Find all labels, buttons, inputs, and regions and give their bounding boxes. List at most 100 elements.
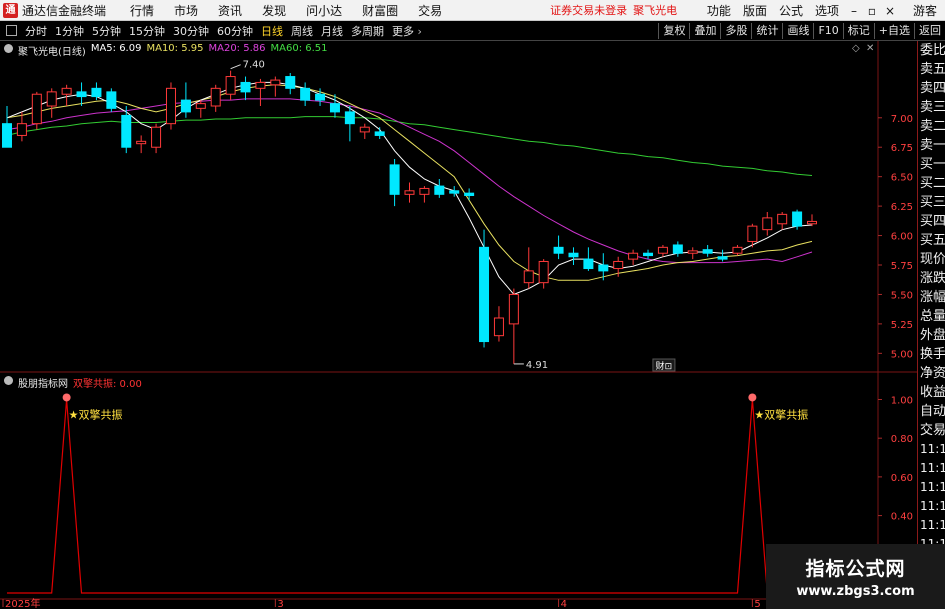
period-intraday[interactable]: 分时 bbox=[25, 23, 47, 39]
side-panel-item[interactable]: 买三 bbox=[918, 193, 945, 212]
adjust-button[interactable]: 复权 bbox=[658, 23, 689, 39]
side-panel-item[interactable]: 自动 bbox=[918, 402, 945, 421]
candle-body bbox=[583, 258, 594, 270]
candle-body bbox=[523, 270, 534, 284]
period-5min[interactable]: 5分钟 bbox=[92, 23, 121, 39]
side-panel-item[interactable]: 卖三 bbox=[918, 98, 945, 117]
side-panel-item[interactable]: 外盘 bbox=[918, 326, 945, 345]
menu-quotes[interactable]: 行情 bbox=[130, 2, 154, 19]
menu-wealth-circle[interactable]: 财富圈 bbox=[362, 2, 398, 19]
signal-line bbox=[7, 399, 812, 594]
candle-body bbox=[538, 260, 549, 284]
chart-settings-icon: ◇ bbox=[852, 43, 860, 54]
side-panel-item[interactable]: 卖五 bbox=[918, 60, 945, 79]
period-daily[interactable]: 日线 bbox=[261, 23, 283, 39]
candle-body bbox=[687, 250, 698, 254]
candle-body bbox=[225, 76, 236, 95]
menu-formula[interactable]: 公式 bbox=[779, 2, 803, 19]
menu-trade[interactable]: 交易 bbox=[418, 2, 442, 19]
candle bbox=[91, 82, 102, 101]
minimize-icon[interactable]: – bbox=[847, 4, 861, 18]
candle bbox=[180, 82, 191, 118]
menu-options[interactable]: 选项 bbox=[815, 2, 839, 19]
period-15min[interactable]: 15分钟 bbox=[129, 23, 165, 39]
indicator-tick-label: 1.00 bbox=[891, 395, 913, 406]
chart-close-icon: ✕ bbox=[866, 43, 874, 54]
period-1min[interactable]: 1分钟 bbox=[55, 23, 84, 39]
period-multi[interactable]: 多周期 bbox=[351, 23, 384, 39]
candle bbox=[61, 84, 72, 106]
chart-grid: 2025年 3 4 5 bbox=[0, 41, 917, 609]
period-weekly[interactable]: 周线 bbox=[291, 23, 313, 39]
candle-body bbox=[672, 244, 683, 254]
restore-icon[interactable]: ▫ bbox=[865, 4, 879, 18]
side-panel-item[interactable]: 买一 bbox=[918, 155, 945, 174]
high-marker-line bbox=[230, 64, 241, 70]
candle-body bbox=[419, 187, 430, 195]
candle bbox=[225, 70, 236, 101]
side-panel-item[interactable]: 买五 bbox=[918, 231, 945, 250]
period-more[interactable]: 更多 › bbox=[392, 23, 422, 39]
candle bbox=[121, 106, 132, 154]
side-panel-item[interactable]: 现价 bbox=[918, 250, 945, 269]
side-panel-item[interactable]: 卖二 bbox=[918, 117, 945, 136]
candle-body bbox=[344, 111, 355, 125]
sidebar-toggle-icon[interactable] bbox=[6, 25, 17, 36]
period-monthly[interactable]: 月线 bbox=[321, 23, 343, 39]
side-panel-item[interactable]: 交易 bbox=[918, 421, 945, 440]
indicator-toggle-icon[interactable] bbox=[4, 376, 13, 385]
stock-title: 聚飞光电 bbox=[633, 4, 678, 17]
side-panel-item[interactable]: 买四 bbox=[918, 212, 945, 231]
price-axis: 7.00 6.75 6.50 6.25 6.00 5.75 5.50 5.25 5.00 bbox=[878, 114, 913, 360]
menu-assistant[interactable]: 问小达 bbox=[306, 2, 342, 19]
kline-chart[interactable]: 2025年 3 4 5 7.00 6.75 6.50 6.25 6.00 5.75 5.50 5.2… bbox=[0, 41, 917, 609]
side-panel-item[interactable]: 总量 bbox=[918, 307, 945, 326]
price-tick-label: 5.00 bbox=[891, 349, 913, 360]
back-button[interactable]: 返回 bbox=[914, 23, 945, 39]
statistics-button[interactable]: 统计 bbox=[751, 23, 782, 39]
add-watchlist-button[interactable]: +自选 bbox=[873, 23, 914, 39]
candle bbox=[777, 212, 788, 230]
candle-body bbox=[16, 123, 27, 136]
candle bbox=[568, 247, 579, 265]
side-panel-item[interactable]: 涨幅 bbox=[918, 288, 945, 307]
period-30min[interactable]: 30分钟 bbox=[173, 23, 209, 39]
candle bbox=[240, 76, 251, 101]
candle bbox=[255, 78, 266, 106]
candle-body bbox=[807, 220, 817, 225]
candle bbox=[285, 73, 296, 95]
trade-login-warning[interactable]: 证券交易未登录 bbox=[550, 2, 627, 18]
f10-button[interactable]: F10 bbox=[813, 23, 842, 39]
candle bbox=[374, 127, 385, 139]
side-panel-item[interactable]: 卖一 bbox=[918, 136, 945, 155]
candle-body bbox=[702, 249, 713, 254]
mark-button[interactable]: 标记 bbox=[842, 23, 874, 39]
candle-body bbox=[717, 256, 728, 260]
legend-toggle-icon[interactable] bbox=[4, 44, 13, 53]
candle bbox=[31, 91, 42, 130]
menu-layout[interactable]: 版面 bbox=[743, 2, 767, 19]
period-60min[interactable]: 60分钟 bbox=[217, 23, 253, 39]
side-panel-item[interactable]: 委比 bbox=[918, 41, 945, 60]
candle-body bbox=[598, 264, 609, 272]
candle bbox=[762, 212, 773, 236]
toolbar-right-group: 复权 叠加 多股 统计 画线 F10 标记 +自选 返回 bbox=[658, 21, 945, 41]
side-panel-item[interactable]: 收益 bbox=[918, 383, 945, 402]
side-panel-item[interactable]: 买二 bbox=[918, 174, 945, 193]
signal-label: ★双擎共振 bbox=[69, 407, 123, 421]
side-panel-item[interactable]: 涨跌 bbox=[918, 269, 945, 288]
menu-market[interactable]: 市场 bbox=[174, 2, 198, 19]
guest-user[interactable]: 游客 bbox=[913, 2, 937, 19]
annotations: 7.40 4.91 财⊡ ◇ ✕ bbox=[230, 43, 874, 372]
quote-side-panel: 委比 卖五 卖四 卖三 卖二 卖一 买一 买二 买三 买四 买五 现价 涨跌 涨幅 总量 外盘 换手 净资 收益 自动… bbox=[917, 41, 945, 609]
side-panel-item[interactable]: 换手 bbox=[918, 345, 945, 364]
menu-function[interactable]: 功能 bbox=[707, 2, 731, 19]
multi-stock-button[interactable]: 多股 bbox=[720, 23, 751, 39]
side-panel-item[interactable]: 净资 bbox=[918, 364, 945, 383]
menu-discover[interactable]: 发现 bbox=[262, 2, 286, 19]
draw-line-button[interactable]: 画线 bbox=[782, 23, 813, 39]
close-icon[interactable]: × bbox=[883, 4, 897, 18]
menu-news[interactable]: 资讯 bbox=[218, 2, 242, 19]
overlay-button[interactable]: 叠加 bbox=[689, 23, 720, 39]
side-panel-item[interactable]: 卖四 bbox=[918, 79, 945, 98]
